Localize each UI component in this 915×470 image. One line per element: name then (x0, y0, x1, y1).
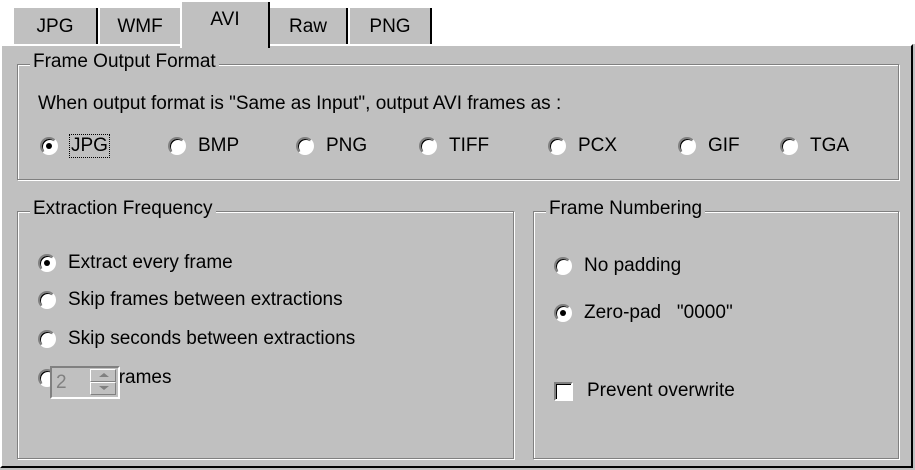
radio-label: Zero-pad "0000" (584, 302, 733, 323)
radio-button-icon[interactable] (296, 137, 314, 155)
radio-label: JPG (69, 134, 110, 158)
radio-button-icon[interactable] (554, 257, 572, 275)
checkbox-label: Prevent overwrite (587, 380, 735, 401)
tab-label: WMF (117, 16, 163, 37)
instruction-text: When output format is "Same as Input", o… (38, 93, 562, 114)
radio-tga[interactable]: TGA (780, 135, 849, 157)
radio-extract-every-frame[interactable]: Extract every frame (38, 252, 233, 274)
radio-pcx[interactable]: PCX (548, 135, 617, 157)
radio-label: Skip frames between extractions (68, 289, 343, 310)
tab-label: PNG (369, 16, 411, 37)
radio-button-icon[interactable] (38, 330, 56, 348)
tab-strip: JPG WMF AVI Raw PNG (0, 0, 915, 48)
group-legend: Frame Numbering (546, 198, 706, 220)
radio-gif[interactable]: GIF (678, 135, 740, 157)
radio-button-icon[interactable] (38, 254, 56, 272)
spin-up-button[interactable] (90, 369, 116, 382)
radio-label: BMP (198, 135, 240, 156)
arrow-down-icon (99, 386, 109, 390)
spinner-value: 2 (56, 372, 67, 393)
checkbox-prevent-overwrite[interactable]: Prevent overwrite (554, 380, 735, 402)
tab-label: JPG (36, 16, 74, 37)
radio-label: TIFF (449, 135, 490, 156)
arrow-up-icon (99, 373, 109, 377)
tab-label: Raw (288, 16, 327, 37)
extraction-frequency-group: Extraction Frequency Extract every frame… (17, 198, 514, 459)
radio-button-icon[interactable] (40, 137, 58, 155)
radio-skip-seconds[interactable]: Skip seconds between extractions (38, 328, 355, 350)
radio-button-icon[interactable] (168, 137, 186, 155)
radio-label: Extract every frame (68, 252, 233, 273)
tab-png[interactable]: PNG (348, 6, 432, 46)
radio-label: TGA (810, 135, 850, 156)
group-legend: Extraction Frequency (30, 198, 216, 220)
spin-down-button[interactable] (90, 382, 116, 395)
radio-bmp[interactable]: BMP (168, 135, 239, 157)
tab-label: AVI (210, 9, 240, 30)
radio-tiff[interactable]: TIFF (419, 135, 489, 157)
radio-button-icon[interactable] (554, 304, 572, 322)
frame-numbering-group: Frame Numbering No padding Zero-pad "000… (533, 198, 899, 459)
radio-button-icon[interactable] (548, 137, 566, 155)
radio-zero-pad[interactable]: Zero-pad "0000" (554, 302, 733, 324)
radio-button-icon[interactable] (678, 137, 696, 155)
radio-label: PCX (578, 135, 618, 156)
tab-jpg[interactable]: JPG (12, 6, 98, 46)
radio-jpg[interactable]: JPG (40, 134, 110, 158)
radio-label: GIF (708, 135, 740, 156)
radio-label: PNG (326, 135, 368, 156)
radio-button-icon[interactable] (780, 137, 798, 155)
radio-button-icon[interactable] (38, 291, 56, 309)
radio-no-padding[interactable]: No padding (554, 255, 681, 277)
radio-button-icon[interactable] (419, 137, 437, 155)
tab-raw[interactable]: Raw (268, 6, 348, 46)
tab-wmf[interactable]: WMF (98, 6, 182, 46)
radio-skip-frames[interactable]: Skip frames between extractions (38, 289, 343, 311)
dialog: JPG WMF AVI Raw PNG Frame Output Format … (0, 0, 915, 470)
radio-label: Skip seconds between extractions (68, 328, 356, 349)
frame-count-spinner[interactable]: 2 (50, 366, 120, 399)
radio-png[interactable]: PNG (296, 135, 367, 157)
tab-avi[interactable]: AVI (180, 0, 270, 48)
frame-output-format-group: Frame Output Format When output format i… (17, 51, 899, 180)
radio-label: No padding (584, 255, 682, 276)
checkbox-icon[interactable] (554, 381, 573, 401)
spinner-buttons (90, 369, 116, 396)
group-legend: Frame Output Format (30, 51, 219, 73)
